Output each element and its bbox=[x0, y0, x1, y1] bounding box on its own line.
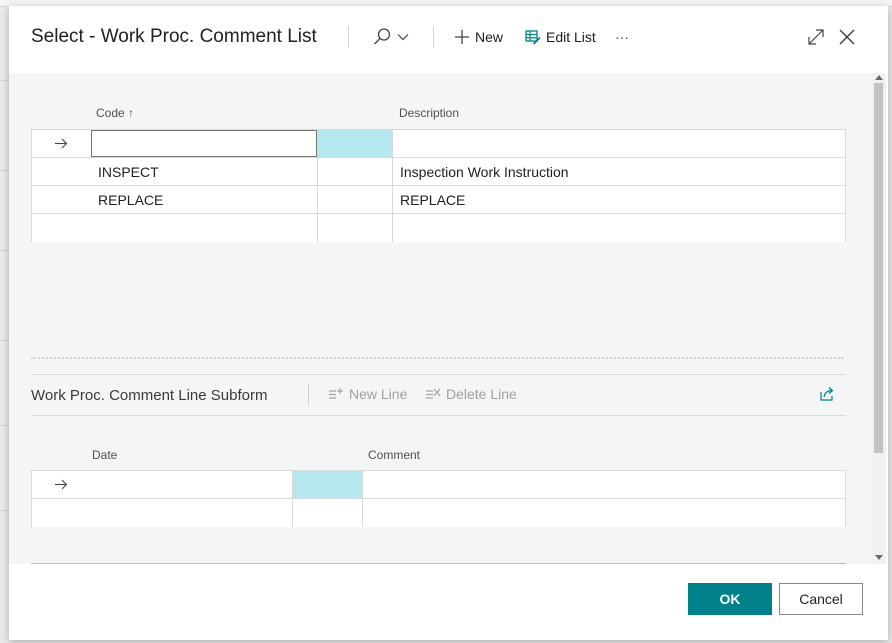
current-row-arrow-icon bbox=[55, 138, 68, 149]
edit-list-icon bbox=[525, 30, 541, 45]
delete-line-label: Delete Line bbox=[446, 386, 517, 402]
new-line-icon bbox=[329, 388, 343, 399]
selected-cell[interactable] bbox=[318, 130, 392, 157]
close-icon[interactable] bbox=[837, 27, 857, 47]
dialog-content: Code ↑ Description INSPECT Inspection Wo… bbox=[9, 73, 871, 564]
scrollbar-thumb[interactable] bbox=[874, 83, 883, 453]
chevron-down-icon bbox=[397, 34, 409, 41]
search-icon bbox=[374, 28, 391, 45]
cancel-button[interactable]: Cancel bbox=[779, 583, 863, 615]
subform-separator bbox=[308, 384, 309, 406]
header-separator bbox=[348, 26, 349, 48]
ok-button[interactable]: OK bbox=[688, 583, 772, 615]
edit-list-button-label: Edit List bbox=[546, 29, 596, 45]
code-input[interactable] bbox=[91, 130, 317, 157]
column-header-description[interactable]: Description bbox=[399, 106, 459, 120]
table-row-new[interactable] bbox=[32, 471, 845, 499]
new-line-label: New Line bbox=[349, 386, 408, 402]
table-row[interactable]: REPLACE REPLACE bbox=[32, 186, 845, 214]
selected-cell[interactable] bbox=[293, 471, 362, 498]
new-button-label: New bbox=[475, 29, 504, 45]
expand-icon[interactable] bbox=[806, 27, 826, 47]
splitter-dots[interactable] bbox=[31, 357, 843, 359]
table-row-new[interactable] bbox=[32, 130, 845, 158]
column-header-code[interactable]: Code ↑ bbox=[96, 106, 134, 120]
edit-list-button[interactable]: Edit List bbox=[525, 26, 596, 48]
description-cell[interactable]: Inspection Work Instruction bbox=[400, 158, 569, 185]
code-cell[interactable]: REPLACE bbox=[98, 186, 163, 213]
comment-list-grid: INSPECT Inspection Work Instruction REPL… bbox=[31, 129, 846, 242]
column-header-comment[interactable]: Comment bbox=[368, 448, 420, 462]
vertical-scrollbar[interactable] bbox=[871, 73, 886, 564]
subform-bottom-divider bbox=[31, 563, 846, 564]
plus-icon bbox=[455, 30, 469, 44]
subform-header: Work Proc. Comment Line Subform New Line bbox=[31, 374, 846, 416]
subform-title: Work Proc. Comment Line Subform bbox=[31, 387, 268, 404]
new-line-button[interactable]: New Line bbox=[328, 386, 407, 402]
scroll-up-arrow-icon[interactable] bbox=[875, 75, 883, 80]
delete-line-icon bbox=[426, 388, 441, 399]
column-header-code-label: Code bbox=[96, 106, 125, 120]
comment-lines-grid bbox=[31, 470, 846, 527]
code-cell[interactable]: INSPECT bbox=[98, 158, 159, 185]
description-cell[interactable]: REPLACE bbox=[400, 186, 465, 213]
header-separator bbox=[433, 26, 434, 48]
share-icon[interactable] bbox=[818, 386, 835, 402]
scroll-down-arrow-icon[interactable] bbox=[875, 555, 883, 560]
column-header-date[interactable]: Date bbox=[92, 448, 117, 462]
table-row[interactable]: INSPECT Inspection Work Instruction bbox=[32, 158, 845, 186]
table-row-empty[interactable] bbox=[32, 214, 845, 241]
more-options-button[interactable]: ··· bbox=[615, 26, 629, 48]
sort-ascending-icon: ↑ bbox=[128, 106, 135, 120]
new-button[interactable]: New bbox=[454, 26, 503, 48]
table-row-empty[interactable] bbox=[32, 499, 845, 526]
dialog-title: Select - Work Proc. Comment List bbox=[31, 26, 317, 47]
delete-line-button[interactable]: Delete Line bbox=[425, 386, 517, 402]
search-button[interactable] bbox=[372, 26, 409, 48]
current-row-arrow-icon bbox=[55, 479, 68, 490]
lookup-dialog: Select - Work Proc. Comment List New Edi… bbox=[9, 6, 888, 640]
